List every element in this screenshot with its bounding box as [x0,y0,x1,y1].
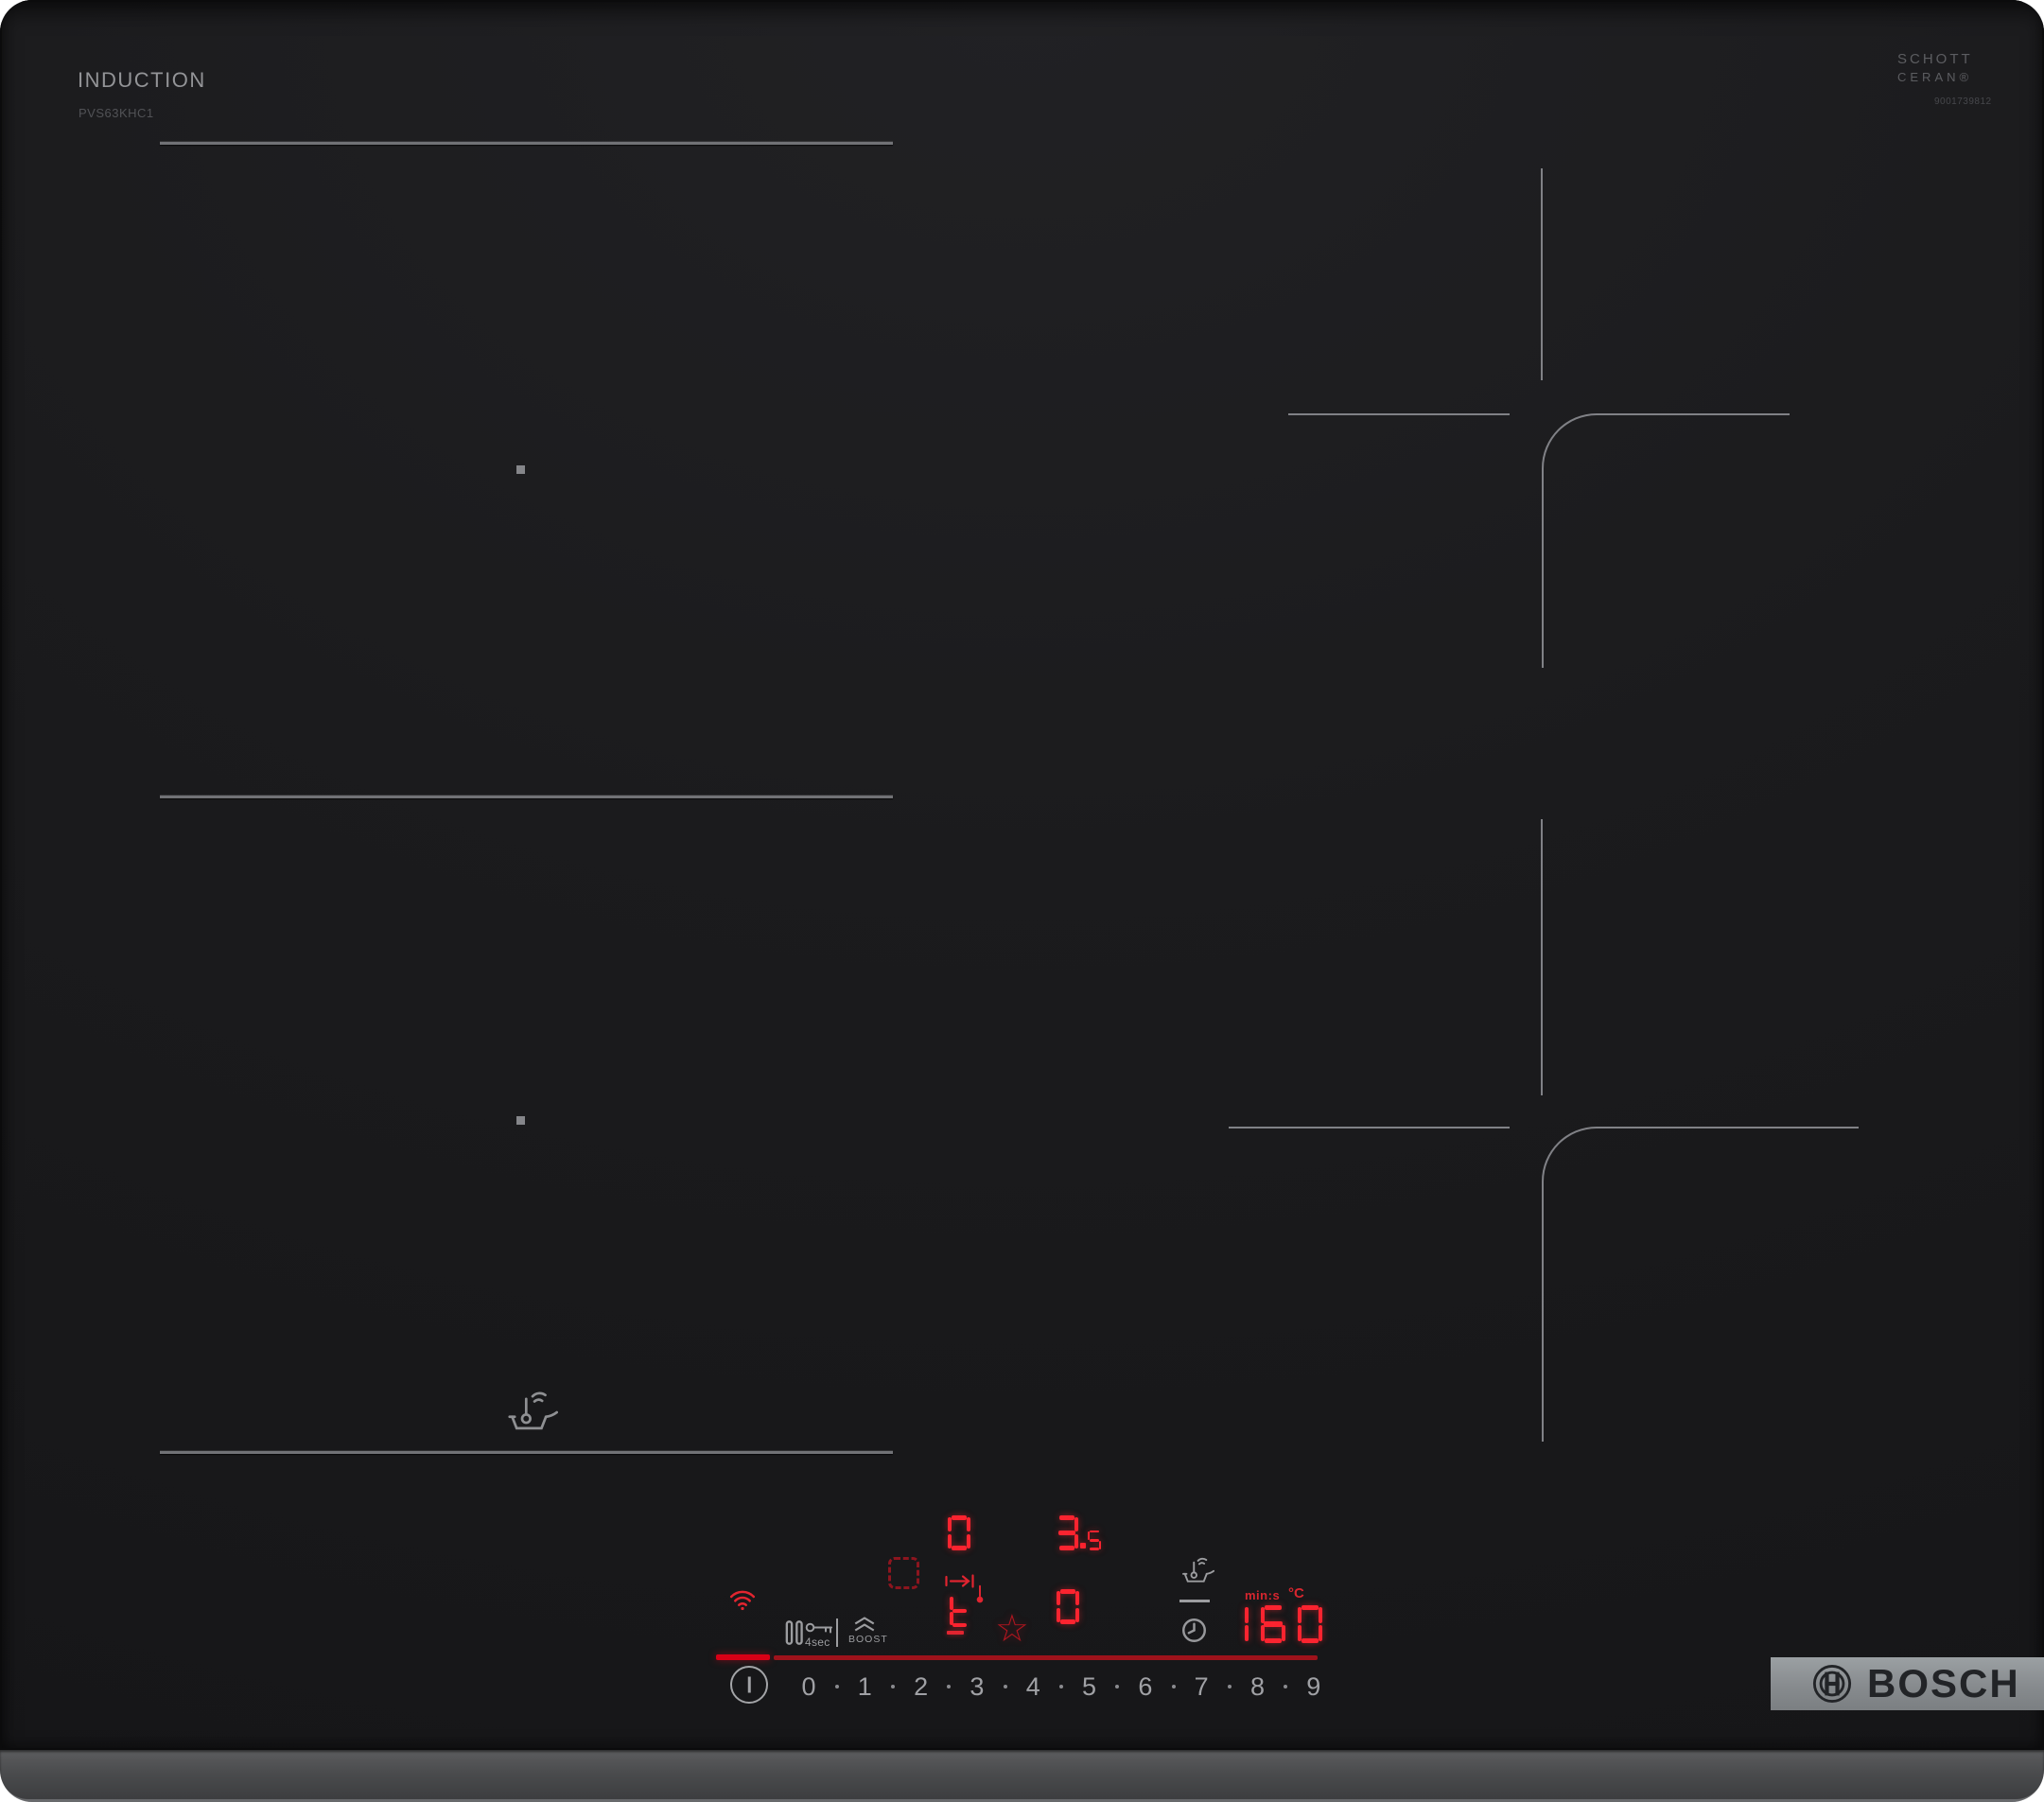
cooking-sensor-icon [508,1391,558,1430]
left-front-zone-center-dot [516,465,525,474]
power-level-slider[interactable]: 0 1 2 3 4 5 6 7 8 9 [796,1672,1326,1701]
bosch-logo-icon [1812,1664,1852,1704]
left-rear-zone-center-dot [516,1116,525,1125]
product-line-label: INDUCTION [78,68,206,92]
power-level-9[interactable]: 9 [1302,1672,1326,1702]
ceramic-glass-surface: INDUCTION PVS63KHC1 SCHOTT CERAN® 900173… [0,0,2044,1750]
lock-hold-label: 4sec [805,1636,830,1649]
left-zone-level-display [948,1515,970,1550]
power-level-3[interactable]: 3 [965,1672,989,1702]
power-level-1[interactable]: 1 [852,1672,877,1702]
dot-separator [890,1685,895,1688]
power-level-7[interactable]: 7 [1189,1672,1214,1702]
flex-indicator-underline [947,1631,964,1635]
right-front-cross-top-arm [1541,819,1543,1095]
schott-brand-line1: SCHOTT [1897,51,1973,67]
bosch-brand-text: BOSCH [1867,1661,2020,1706]
thermometer-icon [976,1584,984,1603]
arrow-to-bar-icon [945,1574,974,1588]
model-number-label: PVS63KHC1 [79,106,154,120]
bosch-logo-band: BOSCH [1771,1657,2044,1710]
temp-unit-label: °C [1288,1585,1304,1601]
front-metal-trim [0,1750,2044,1802]
right-zone-level-display [1056,1515,1101,1550]
power-level-2[interactable]: 2 [909,1672,934,1702]
power-level-6[interactable]: 6 [1133,1672,1158,1702]
pause-icon[interactable] [784,1619,805,1646]
glass-code-label: 9001739812 [1934,96,1992,107]
slider-track-bar [774,1655,1318,1660]
star-icon[interactable]: ☆ [995,1610,1029,1648]
clock-icon[interactable] [1181,1618,1207,1643]
power-level-5[interactable]: 5 [1077,1672,1102,1702]
key-lock-icon[interactable] [805,1619,833,1636]
power-level-0[interactable]: 0 [796,1672,821,1702]
boost-label: BOOST [848,1634,888,1645]
left-zone-top-line [160,142,893,145]
right-rear-cross-left-arm [1288,413,1510,415]
power-level-8[interactable]: 8 [1246,1672,1270,1702]
pan-detect-dashed-icon [888,1557,919,1589]
dot-separator [1115,1685,1120,1688]
dot-separator [1171,1685,1176,1688]
bosch-induction-hob: INDUCTION PVS63KHC1 SCHOTT CERAN® 900173… [0,0,2044,1802]
schott-brand-line2: CERAN® [1897,70,1973,84]
control-divider [836,1618,838,1647]
dot-separator [834,1685,839,1688]
flex-indicator-display [950,1595,970,1627]
slider-active-segment [716,1654,770,1660]
boost-chevrons-icon[interactable] [852,1616,877,1633]
timer-units-label: min:s [1245,1588,1281,1602]
dot-separator [1003,1685,1007,1688]
dot-separator [1227,1685,1232,1688]
dot-separator [1284,1685,1288,1688]
right-front-cross-corner [1542,1127,1859,1442]
sensor-temp-display [1224,1605,1322,1643]
power-level-4[interactable]: 4 [1021,1672,1045,1702]
power-icon[interactable] [730,1666,768,1704]
left-zone-middle-line [160,796,893,798]
wifi-icon [729,1590,756,1611]
dot-separator [1058,1685,1063,1688]
sensor-underline [1179,1600,1210,1602]
timer-value-display [1057,1589,1079,1624]
right-rear-cross-top-arm [1541,168,1543,380]
dot-separator [947,1685,952,1688]
cooking-sensor-pan-icon [1182,1557,1214,1583]
right-front-cross-left-arm [1229,1127,1510,1128]
right-rear-cross-corner [1542,413,1790,668]
left-zone-bottom-line [160,1451,893,1454]
